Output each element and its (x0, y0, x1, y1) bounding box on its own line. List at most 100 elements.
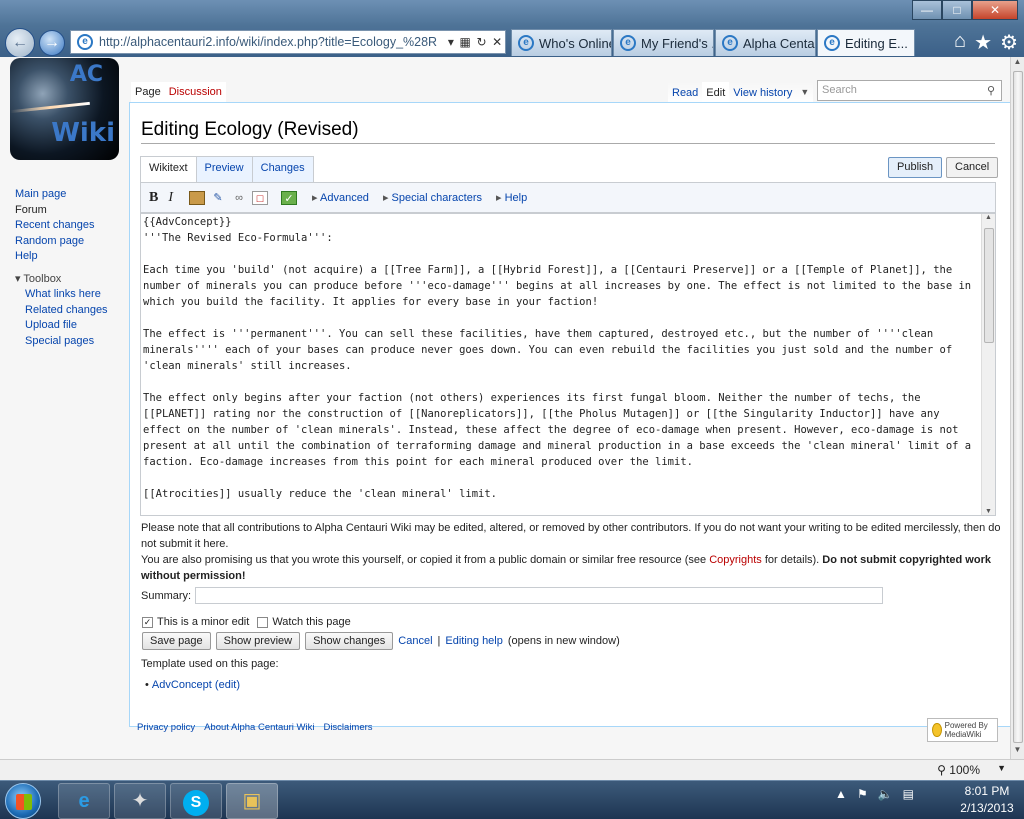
sidebar-item-random-page[interactable]: Random page (15, 234, 108, 250)
sidebar-item-recent-changes[interactable]: Recent changes (15, 218, 108, 234)
flag-icon[interactable]: ⚑ (857, 787, 868, 801)
publish-button[interactable]: Publish (888, 157, 943, 178)
show-preview-button[interactable]: Show preview (215, 632, 301, 650)
zoom-level[interactable]: ⚲ 100% (937, 763, 980, 777)
gear-icon[interactable]: ⚙ (1000, 30, 1018, 55)
zoom-icon: ⚲ (937, 763, 950, 777)
toolbox-heading[interactable]: ▾ Toolbox (15, 272, 108, 288)
page-scrollbar[interactable]: ▲ ▼ (1010, 57, 1024, 759)
italic-button[interactable]: I (168, 190, 173, 206)
editor-scroll-thumb[interactable] (984, 228, 994, 343)
taskbar-folder-icon[interactable]: ▣ (226, 783, 278, 819)
scroll-down-icon[interactable]: ▼ (982, 508, 995, 515)
toolbar-help-menu[interactable]: Help (496, 191, 528, 204)
ie-icon: e (824, 35, 840, 51)
sidebar-item-main-page[interactable]: Main page (15, 187, 108, 203)
home-icon[interactable]: ⌂ (954, 30, 966, 55)
clock-date: 2/13/2013 (960, 801, 1014, 815)
editor-scrollbar[interactable]: ▲ ▼ (981, 214, 995, 515)
ie-icon: e (518, 35, 534, 51)
back-button[interactable]: ← (5, 28, 35, 58)
summary-input[interactable] (195, 587, 884, 604)
mediawiki-badge[interactable]: Powered By MediaWiki (927, 718, 998, 742)
tab-page[interactable]: Page (131, 82, 165, 103)
tab-whos-online[interactable]: e Who's Online (511, 29, 612, 56)
watch-page-checkbox[interactable] (257, 616, 269, 628)
address-url[interactable]: http://alphacentauri2.info/wiki/index.ph… (99, 35, 445, 49)
template-link[interactable]: AdvConcept (152, 679, 212, 691)
clock[interactable]: 8:01 PM 2/13/2013 (952, 783, 1022, 817)
zoom-dropdown-icon[interactable]: ▼ (997, 763, 1006, 773)
cancel-button[interactable]: Cancel (946, 157, 999, 178)
summary-label: Summary: (141, 589, 192, 602)
compatibility-icon[interactable]: ▦ (459, 35, 470, 49)
tray-expand-icon[interactable]: ▲ (835, 787, 847, 801)
copyrights-link[interactable]: Copyrights (709, 554, 762, 566)
minor-edit-checkbox[interactable]: ✓ (142, 616, 153, 628)
tab-discussion[interactable]: Discussion (164, 82, 226, 103)
start-button[interactable] (5, 783, 41, 819)
taskbar-gimp-icon[interactable]: ✦ (114, 783, 166, 819)
wikitext-editor[interactable]: {{AdvConcept}} '''The Revised Eco-Formul… (140, 213, 996, 516)
sidebar-item-help[interactable]: Help (15, 249, 108, 265)
favorites-star-icon[interactable]: ★ (974, 30, 992, 55)
tab-edit[interactable]: Edit (702, 82, 730, 103)
search-icon[interactable]: ⚲ (987, 84, 995, 97)
scroll-up-icon[interactable]: ▲ (1011, 57, 1024, 71)
page-scroll-thumb[interactable] (1013, 71, 1023, 743)
taskbar-ie-icon[interactable]: e (58, 783, 110, 819)
special-characters-menu[interactable]: Special characters (383, 191, 483, 204)
close-window-button[interactable]: ✕ (972, 0, 1018, 20)
privacy-policy-link[interactable]: Privacy policy (137, 722, 195, 733)
tab-changes[interactable]: Changes (251, 156, 314, 182)
dropdown-icon[interactable]: ▾ (448, 35, 454, 49)
reference-icon[interactable]: □ (252, 190, 269, 205)
scroll-down-icon[interactable]: ▼ (1011, 745, 1024, 759)
volume-icon[interactable]: 🔈 (878, 787, 893, 801)
more-dropdown-icon[interactable]: ▼ (796, 82, 814, 103)
embed-icon[interactable]: ✓ (281, 190, 298, 205)
notice-line-1: Please note that all contributions to Al… (141, 522, 1001, 550)
bold-button[interactable]: B (149, 190, 158, 206)
link-icon[interactable]: ∞ (231, 191, 247, 205)
show-changes-button[interactable]: Show changes (305, 632, 394, 650)
browser-chrome: — □ ✕ ← → e http://alphacentauri2.info/w… (0, 0, 1024, 58)
about-link[interactable]: About Alpha Centauri Wiki (204, 722, 314, 733)
watch-page-label: Watch this page (272, 616, 351, 628)
search-input[interactable]: Search ⚲ (817, 80, 1002, 101)
address-bar[interactable]: e http://alphacentauri2.info/wiki/index.… (70, 30, 506, 54)
bullet-icon: • (145, 679, 152, 691)
stop-icon[interactable]: ✕ (492, 35, 502, 49)
scroll-up-icon[interactable]: ▲ (982, 214, 995, 221)
taskbar-skype-icon[interactable]: S (170, 783, 222, 819)
signature-icon[interactable]: ✎ (210, 191, 226, 205)
sidebar-item-what-links-here[interactable]: What links here (25, 287, 108, 303)
disclaimers-link[interactable]: Disclaimers (323, 722, 372, 733)
template-edit-link[interactable]: (edit) (215, 679, 240, 691)
tab-my-friends[interactable]: e My Friend's ... (613, 29, 714, 56)
sidebar-item-special-pages[interactable]: Special pages (25, 334, 108, 350)
close-tab-icon[interactable]: ✕ (913, 36, 914, 50)
logo-text-ac: AC (69, 62, 103, 87)
network-icon[interactable]: ▤ (903, 787, 914, 801)
refresh-icon[interactable]: ↻ (476, 35, 486, 49)
tab-wikitext[interactable]: Wikitext (140, 156, 197, 182)
minimize-button[interactable]: — (912, 0, 942, 20)
sidebar-item-related-changes[interactable]: Related changes (25, 303, 108, 319)
wiki-logo[interactable]: AC Wiki (10, 58, 119, 160)
image-icon[interactable] (189, 190, 206, 205)
advanced-menu[interactable]: Advanced (312, 191, 369, 204)
sidebar-item-upload-file[interactable]: Upload file (25, 318, 108, 334)
tab-preview[interactable]: Preview (195, 156, 253, 182)
sidebar-item-forum[interactable]: Forum (15, 203, 108, 219)
tab-editing[interactable]: e Editing E... ✕ (817, 29, 915, 56)
tab-view-history[interactable]: View history (729, 82, 797, 103)
save-page-button[interactable]: Save page (142, 632, 211, 650)
tab-alpha-centauri[interactable]: e Alpha Centa... (715, 29, 816, 56)
editor-content[interactable]: {{AdvConcept}} '''The Revised Eco-Formul… (141, 214, 995, 502)
cancel-link[interactable]: Cancel (398, 635, 432, 647)
maximize-button[interactable]: □ (942, 0, 972, 20)
editing-help-link[interactable]: Editing help (445, 635, 503, 647)
forward-button[interactable]: → (39, 30, 65, 56)
tab-read[interactable]: Read (668, 82, 703, 103)
